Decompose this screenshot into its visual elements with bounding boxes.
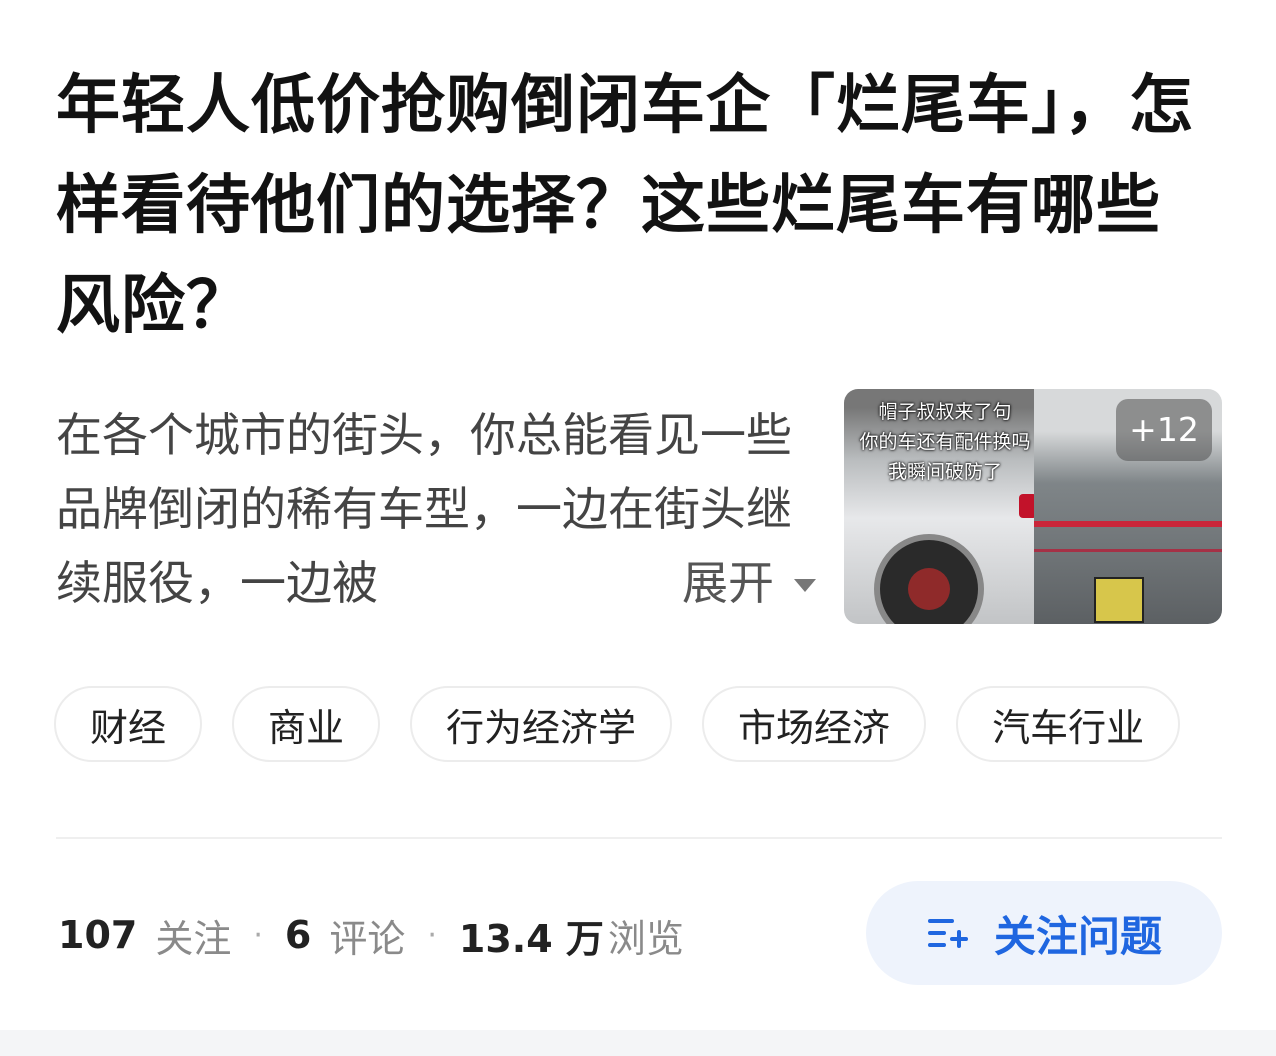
add-list-icon [927,919,968,948]
topic-tag[interactable]: 财经 [54,686,203,762]
image-caption: 帽子叔叔来了句 你的车还有配件换吗 我瞬间破防了 [850,397,1040,487]
topic-tag[interactable]: 市场经济 [702,686,927,762]
question-image-thumbnail[interactable]: 帽子叔叔来了句 你的车还有配件换吗 我瞬间破防了 +12 [844,389,1222,624]
section-separator [0,1030,1276,1056]
separator: · [253,917,263,953]
topic-tag[interactable]: 汽车行业 [956,686,1181,762]
topic-tag[interactable]: 行为经济学 [410,686,673,762]
caption-line: 我瞬间破防了 [887,461,1002,483]
caption-line: 帽子叔叔来了句 [878,401,1012,423]
followers-label[interactable]: 关注 [155,908,231,963]
topic-tags: 财经 商业 行为经济学 市场经济 汽车行业 [54,686,1276,762]
views-label: 浏览 [607,916,684,961]
question-stats: 107 关注 · 6 评论 · 13.4 万 浏览 [58,900,684,970]
followers-count: 107 [58,913,138,957]
follow-question-label: 关注问题 [993,911,1162,961]
question-excerpt[interactable]: 在各个城市的街头，你总能看见一些品牌倒闭的稀有车型，一边在街头继续服役，一边被 … [56,398,816,628]
views-count: 13.4 万 [458,916,604,961]
divider [56,837,1222,839]
chevron-down-icon [794,578,816,592]
separator: · [427,917,437,953]
caption-line: 你的车还有配件换吗 [859,431,1031,453]
comments-label[interactable]: 评论 [329,908,405,963]
comments-count: 6 [284,913,312,957]
topic-tag[interactable]: 商业 [232,686,381,762]
expand-label: 展开 [682,556,774,610]
more-images-badge: +12 [1116,399,1212,461]
expand-button[interactable]: 展开 [562,546,816,620]
follow-question-button[interactable]: 关注问题 [866,881,1222,985]
question-title[interactable]: 年轻人低价抢购倒闭车企「烂尾车」，怎样看待他们的选择？这些烂尾车有哪些风险？ [56,56,1206,356]
